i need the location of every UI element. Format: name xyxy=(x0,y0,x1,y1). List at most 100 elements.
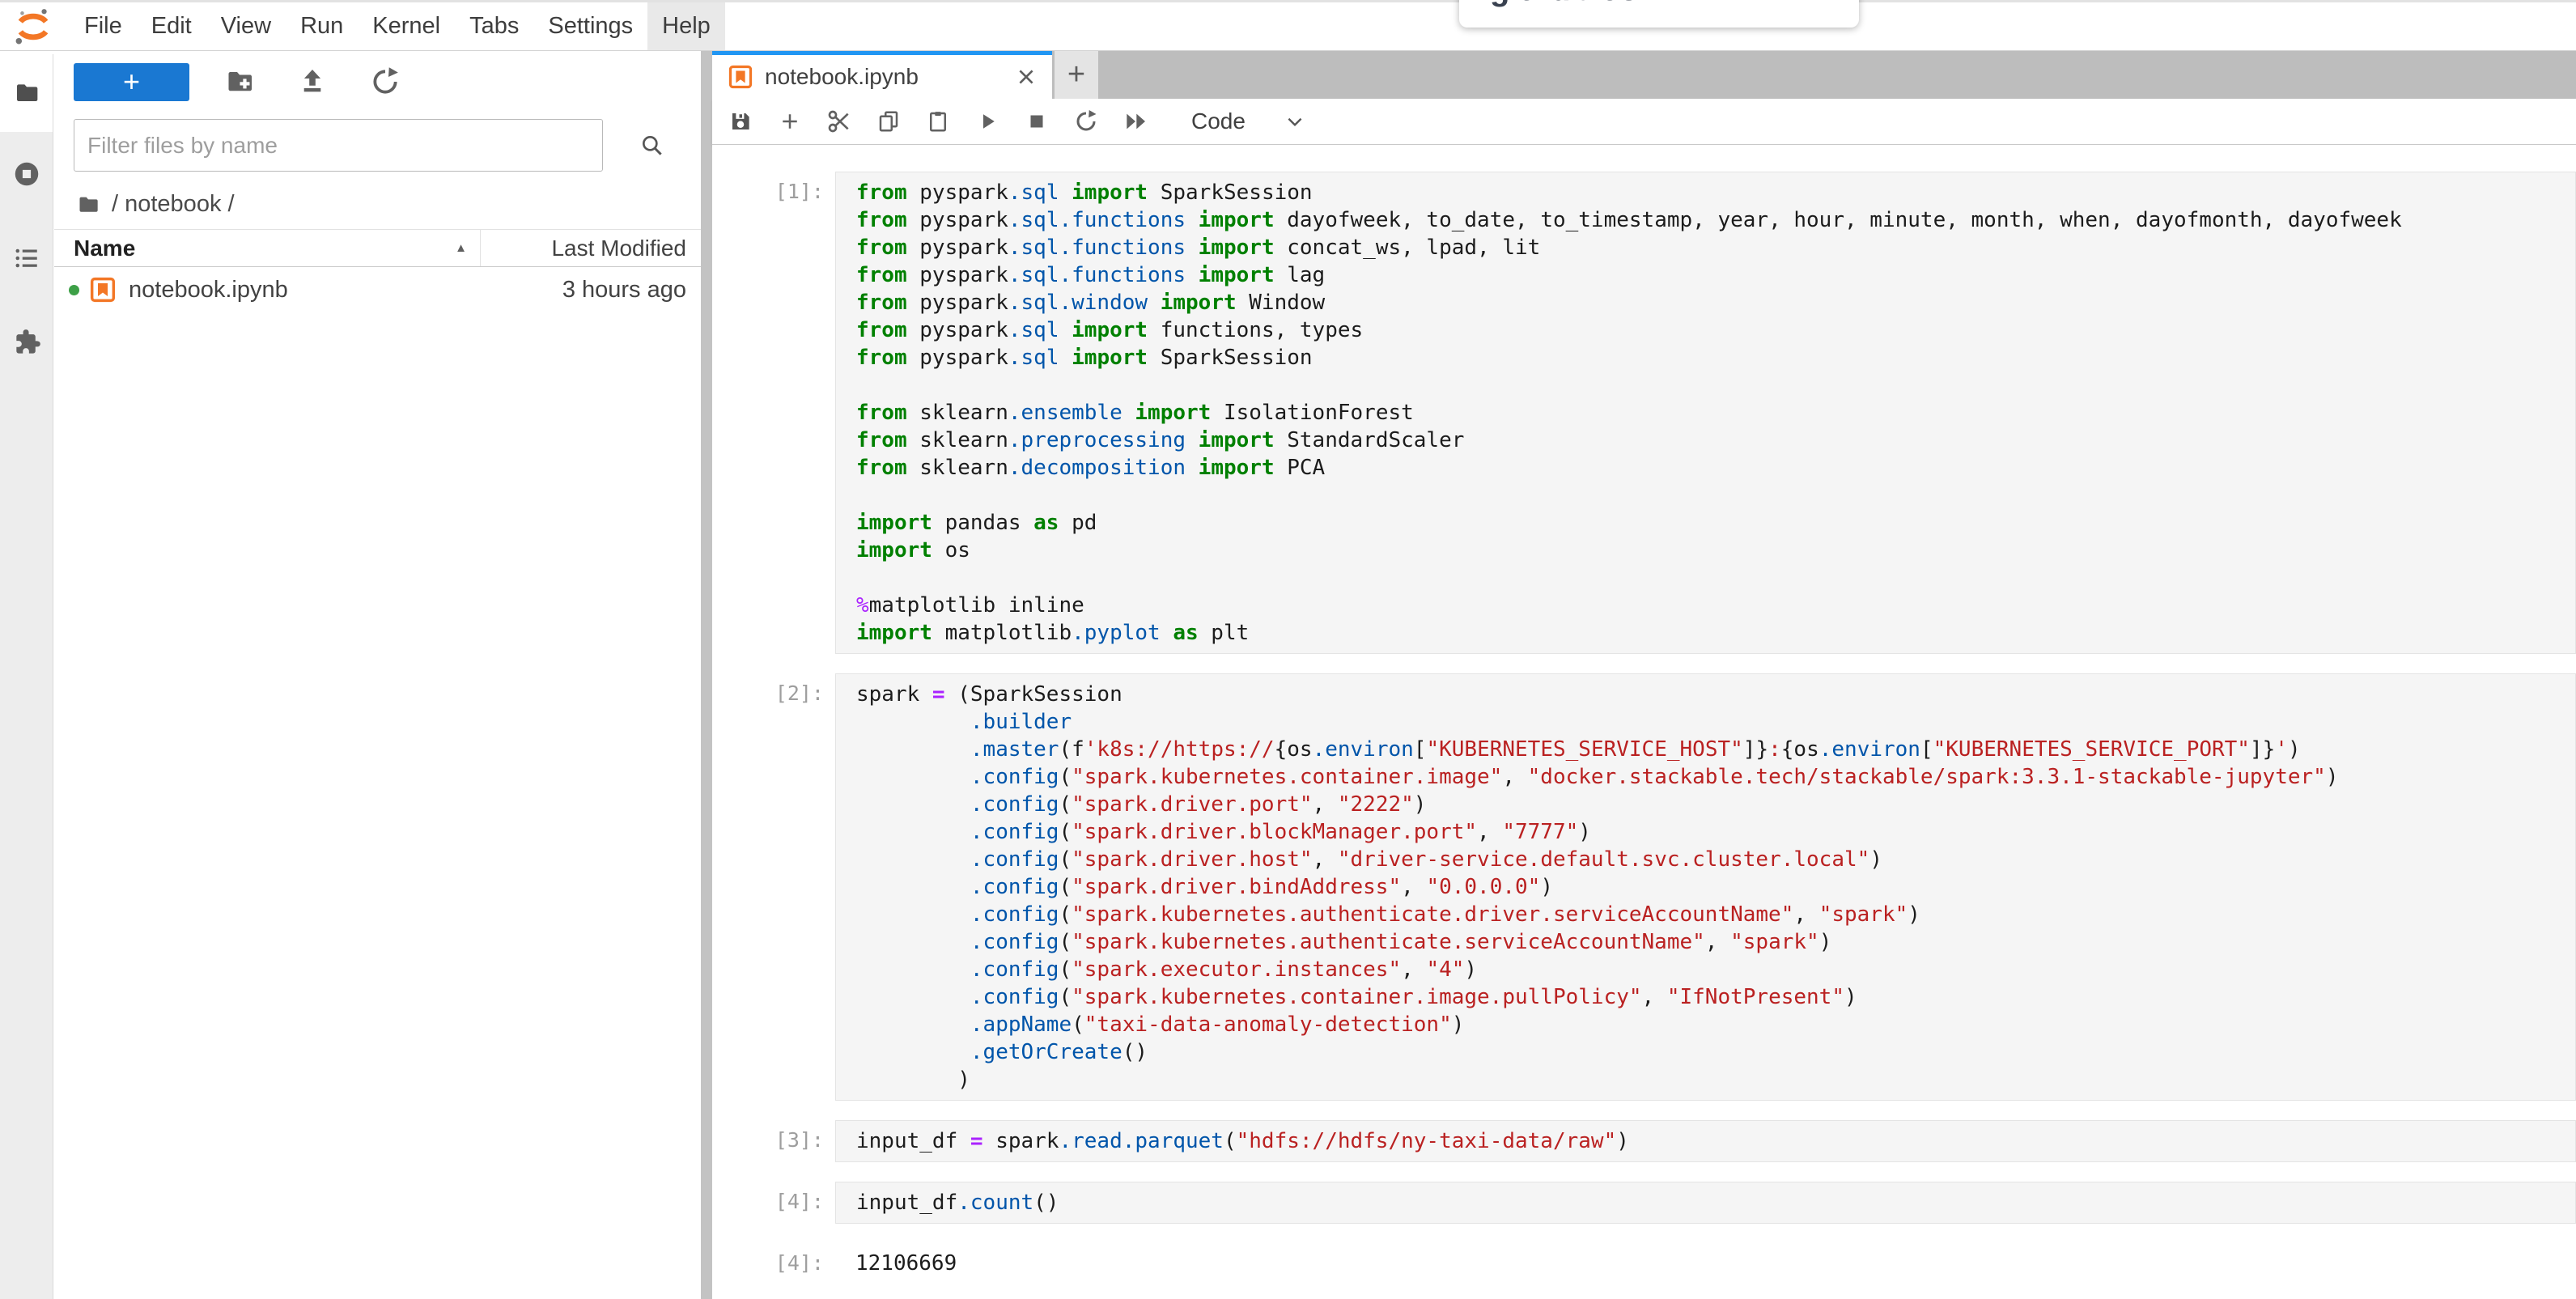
sidebar-tab-running-sessions[interactable] xyxy=(0,132,53,216)
code-line: from pyspark.sql import functions, types xyxy=(856,316,2575,344)
cell-prompt: [4]: xyxy=(712,1243,835,1284)
file-browser-panel: + xyxy=(54,54,701,1299)
new-folder-icon xyxy=(223,67,256,96)
code-line: .config("spark.kubernetes.container.imag… xyxy=(856,763,2575,791)
menu-item-tabs[interactable]: Tabs xyxy=(455,2,533,50)
sidebar-tab-table-of-contents[interactable] xyxy=(0,216,53,300)
file-row[interactable]: notebook.ipynb 3 hours ago xyxy=(54,267,701,312)
cell-prompt: [2]: xyxy=(712,673,835,1101)
menu-bar: FileEditViewRunKernelTabsSettingsHelp xyxy=(0,0,2576,51)
code-line: .getOrCreate() xyxy=(856,1038,2575,1066)
copy-cells-button[interactable] xyxy=(872,105,905,138)
sidebar-tab-extensions[interactable] xyxy=(0,300,53,384)
close-icon xyxy=(1015,66,1038,88)
copy-icon xyxy=(876,109,901,134)
code-cell[interactable]: [3]:input_df = spark.read.parquet("hdfs:… xyxy=(712,1120,2576,1162)
new-folder-button[interactable] xyxy=(222,64,257,100)
restart-run-all-button[interactable] xyxy=(1119,105,1152,138)
new-launcher-button[interactable]: + xyxy=(74,63,189,101)
code-line: from pyspark.sql.window import Window xyxy=(856,289,2575,316)
code-cell[interactable]: [2]:spark = (SparkSession .builder .mast… xyxy=(712,673,2576,1101)
jupyter-logo xyxy=(13,6,53,47)
filter-files-input[interactable] xyxy=(74,119,603,172)
menu-item-run[interactable]: Run xyxy=(286,2,358,50)
cell-editor[interactable]: from pyspark.sql import SparkSessionfrom… xyxy=(835,172,2576,654)
output-text: 12106669 xyxy=(835,1243,2576,1284)
cut-cells-button[interactable] xyxy=(823,105,855,138)
code-line: from pyspark.sql.functions import lag xyxy=(856,261,2575,289)
stop-kernel-button[interactable] xyxy=(1021,105,1053,138)
breadcrumb[interactable]: / notebook / xyxy=(54,172,701,230)
new-tab-button[interactable]: + xyxy=(1055,51,1098,99)
tab-notebook[interactable]: notebook.ipynb xyxy=(712,51,1052,99)
code-cell[interactable]: [1]:from pyspark.sql import SparkSession… xyxy=(712,172,2576,654)
code-line: .config("spark.driver.blockManager.port"… xyxy=(856,818,2575,846)
code-line: .master(f'k8s://https://{os.environ["KUB… xyxy=(856,736,2575,763)
notebook-file-icon xyxy=(90,277,116,303)
clipboard-icon xyxy=(926,109,950,134)
column-header-name[interactable]: Name ▲ xyxy=(54,230,481,266)
sidebar-resizer[interactable] xyxy=(701,51,712,1299)
dock-tab-bar: notebook.ipynb + xyxy=(712,51,2576,99)
menu-item-kernel[interactable]: Kernel xyxy=(358,2,455,50)
menu-item-view[interactable]: View xyxy=(206,2,286,50)
file-modified: 3 hours ago xyxy=(562,277,701,304)
cell-editor[interactable]: spark = (SparkSession .builder .master(f… xyxy=(835,673,2576,1101)
breadcrumb-path[interactable]: / notebook / xyxy=(112,191,235,218)
code-line xyxy=(856,564,2575,592)
upload-button[interactable] xyxy=(295,64,330,100)
list-icon xyxy=(12,244,41,273)
notebook-file-icon xyxy=(728,65,753,89)
puzzle-icon xyxy=(11,327,42,358)
code-line: .builder xyxy=(856,708,2575,736)
scissors-icon xyxy=(826,108,852,134)
refresh-icon xyxy=(370,66,401,97)
restart-icon xyxy=(1074,109,1098,134)
code-line: import matplotlib.pyplot as plt xyxy=(856,619,2575,647)
code-line: .config("spark.kubernetes.container.imag… xyxy=(856,983,2575,1011)
code-line: import pandas as pd xyxy=(856,509,2575,537)
upload-icon xyxy=(297,66,328,97)
save-icon xyxy=(728,109,753,134)
menu-item-help[interactable]: Help xyxy=(647,2,725,50)
code-line: .config("spark.driver.port", "2222") xyxy=(856,791,2575,818)
code-line: 12106669 xyxy=(855,1250,2576,1277)
code-line: spark = (SparkSession xyxy=(856,681,2575,708)
stop-icon xyxy=(1025,109,1049,134)
cell-type-dropdown[interactable]: Code xyxy=(1191,108,1246,134)
code-line xyxy=(856,371,2575,399)
run-icon xyxy=(975,109,999,134)
menu-item-settings[interactable]: Settings xyxy=(533,2,647,50)
column-header-last-modified[interactable]: Last Modified xyxy=(481,236,701,261)
plus-icon xyxy=(778,109,802,134)
cell-prompt: [1]: xyxy=(712,172,835,654)
file-list-header: Name ▲ Last Modified xyxy=(54,230,701,267)
output-area[interactable]: [4]: 12106669 xyxy=(712,1243,2576,1284)
run-cell-button[interactable] xyxy=(971,105,1004,138)
paste-cells-button[interactable] xyxy=(922,105,954,138)
code-line: ) xyxy=(856,1066,2575,1093)
close-tab-button[interactable] xyxy=(1015,66,1038,88)
menu-item-edit[interactable]: Edit xyxy=(137,2,206,50)
folder-icon xyxy=(12,80,41,106)
restart-kernel-button[interactable] xyxy=(1070,105,1102,138)
refresh-button[interactable] xyxy=(367,64,403,100)
code-line: input_df.count() xyxy=(856,1189,2575,1216)
tab-title: notebook.ipynb xyxy=(765,64,1003,90)
add-cell-button[interactable] xyxy=(774,105,806,138)
cell-prompt: [4]: xyxy=(712,1182,835,1224)
notebook-toolbar: Code xyxy=(712,99,2576,145)
code-cell[interactable]: [4]: input_df.count() xyxy=(712,1182,2576,1224)
code-line: from pyspark.sql import SparkSession xyxy=(856,179,2575,206)
cell-editor[interactable]: input_df.count() xyxy=(835,1182,2576,1224)
fast-forward-icon xyxy=(1122,108,1148,134)
cell-editor[interactable]: input_df = spark.read.parquet("hdfs://hd… xyxy=(835,1120,2576,1162)
code-line: from pyspark.sql import SparkSession xyxy=(856,344,2575,371)
code-line: .config("spark.kubernetes.authenticate.d… xyxy=(856,901,2575,928)
chevron-down-icon[interactable] xyxy=(1284,111,1305,132)
save-button[interactable] xyxy=(724,105,757,138)
cell-prompt: [3]: xyxy=(712,1120,835,1162)
menu-item-file[interactable]: File xyxy=(70,2,137,50)
sidebar-tab-file-browser[interactable] xyxy=(0,54,53,132)
code-line: %matplotlib inline xyxy=(856,592,2575,619)
